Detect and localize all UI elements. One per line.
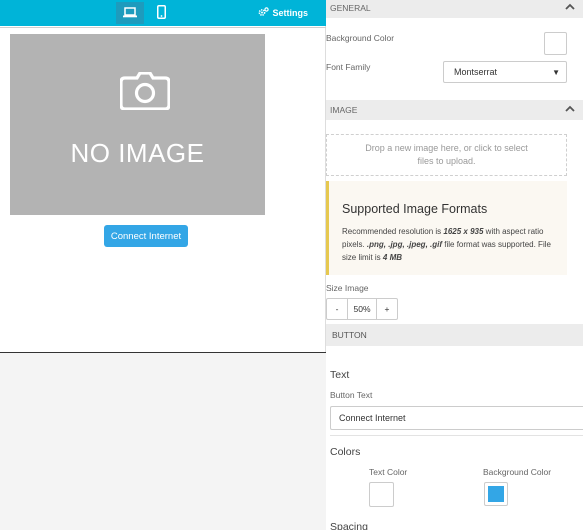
- button-section: BUTTON Text Button Text Connect Internet…: [326, 324, 583, 530]
- dropzone-text-line1: Drop a new image here, or click to selec…: [365, 143, 528, 153]
- bg-color-fill: [488, 486, 504, 502]
- image-format-notice: Supported Image Formats Recommended reso…: [326, 181, 567, 275]
- spacing-subsection-title: Spacing: [330, 521, 368, 530]
- text-color-swatch[interactable]: [369, 482, 394, 507]
- bg-color-swatch[interactable]: [484, 482, 508, 506]
- preview-toolbar: Settings: [0, 0, 326, 26]
- button-text-label: Button Text: [330, 390, 373, 400]
- settings-panel: GENERAL Background Color Font Family Mon…: [326, 0, 583, 530]
- background-color-label: Background Color: [326, 33, 395, 43]
- preview-divider: [0, 27, 326, 28]
- font-family-value: Montserrat: [454, 67, 498, 77]
- bg-color-label: Background Color: [483, 467, 552, 477]
- button-section-header[interactable]: BUTTON: [326, 324, 583, 346]
- dropzone-text-line2: files to upload.: [417, 156, 476, 166]
- general-heading: GENERAL: [330, 3, 371, 13]
- colors-subsection-title: Colors: [330, 446, 361, 458]
- notice-title: Supported Image Formats: [342, 202, 488, 216]
- button-heading: BUTTON: [332, 330, 367, 340]
- desktop-view-button[interactable]: [116, 2, 144, 24]
- button-text-input[interactable]: Connect Internet: [330, 406, 583, 430]
- font-family-select[interactable]: Montserrat ▼: [443, 61, 567, 83]
- size-decrease-button[interactable]: -: [327, 299, 347, 319]
- button-text-value: Connect Internet: [339, 413, 406, 423]
- settings-label: Settings: [272, 8, 308, 18]
- gears-icon: [258, 7, 270, 19]
- size-value: 50%: [347, 299, 377, 319]
- mobile-view-button[interactable]: [147, 2, 175, 24]
- section-divider: [330, 435, 583, 436]
- caret-down-icon: ▼: [552, 68, 560, 77]
- image-heading: IMAGE: [330, 105, 358, 115]
- connect-internet-button[interactable]: Connect Internet: [104, 225, 188, 247]
- preview-pane: Settings NO IMAGE Connect Internet: [0, 0, 326, 353]
- notice-text: Recommended resolution is: [342, 227, 444, 236]
- image-dropzone[interactable]: Drop a new image here, or click to selec…: [326, 134, 567, 176]
- size-image-stepper: - 50% +: [326, 298, 398, 320]
- chevron-up-icon[interactable]: [565, 104, 575, 114]
- camera-icon: [119, 71, 171, 112]
- background-color-swatch[interactable]: [544, 32, 567, 55]
- size-increase-button[interactable]: +: [377, 299, 397, 319]
- image-section-header[interactable]: IMAGE: [326, 100, 583, 120]
- preview-bottom-border: [0, 352, 326, 353]
- font-family-label: Font Family: [326, 62, 371, 72]
- no-image-text: NO IMAGE: [70, 138, 205, 168]
- notice-formats: .png, .jpg, .jpeg, .gif: [366, 240, 443, 249]
- notice-body: Recommended resolution is 1625 x 935 wit…: [342, 225, 555, 264]
- notice-limit: 4 MB: [382, 253, 403, 262]
- text-color-label: Text Color: [369, 467, 408, 477]
- laptop-icon: [123, 6, 137, 20]
- chevron-up-icon[interactable]: [565, 2, 575, 12]
- image-placeholder: NO IMAGE: [10, 34, 265, 215]
- size-image-label: Size Image: [326, 283, 369, 293]
- notice-resolution: 1625 x 935: [443, 227, 484, 236]
- general-section-header[interactable]: GENERAL: [326, 0, 583, 18]
- text-subsection-title: Text: [330, 369, 350, 381]
- mobile-icon: [156, 5, 166, 21]
- settings-link[interactable]: Settings: [258, 7, 308, 19]
